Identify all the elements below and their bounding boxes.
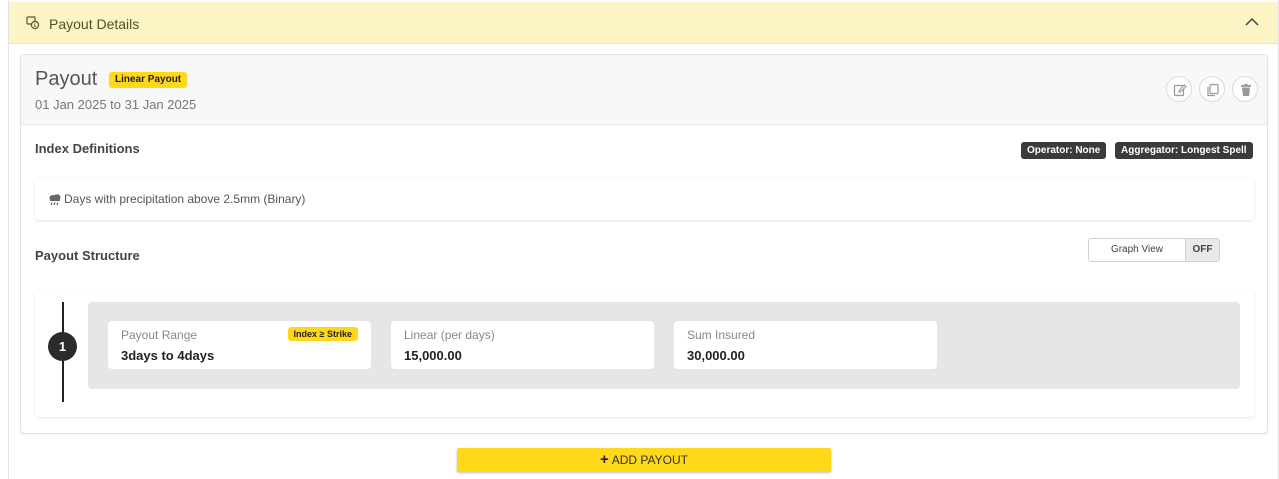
payout-type-badge: Linear Payout	[109, 72, 188, 88]
index-definition-text: Days with precipitation above 2.5mm (Bin…	[64, 192, 306, 206]
payout-structure-box: 1 Payout Range Index ≥ Strike 3days to 4…	[35, 289, 1254, 417]
linear-value: 15,000.00	[404, 348, 462, 363]
graph-view-state[interactable]: OFF	[1185, 239, 1219, 261]
linear-label: Linear (per days)	[404, 328, 495, 342]
payout-range-field: Payout Range Index ≥ Strike 3days to 4da…	[108, 321, 371, 369]
index-strike-badge: Index ≥ Strike	[287, 327, 358, 341]
sum-insured-label: Sum Insured	[687, 328, 756, 342]
edit-icon	[1173, 84, 1187, 97]
add-payout-label: ADD PAYOUT	[611, 453, 688, 467]
payout-icon: $	[26, 16, 40, 30]
index-definitions-title: Index Definitions	[35, 141, 140, 156]
step-number: 1	[48, 332, 77, 361]
linear-field: Linear (per days) 15,000.00	[391, 321, 654, 369]
payout-range-value: 3days to 4days	[121, 348, 215, 363]
svg-text:$: $	[33, 23, 36, 29]
step-row: Payout Range Index ≥ Strike 3days to 4da…	[88, 302, 1240, 389]
copy-icon	[1207, 83, 1219, 97]
aggregator-badge: Aggregator: Longest Spell	[1115, 142, 1253, 159]
payout-card: Payout Linear Payout 01 Jan 2025 to 31 J…	[20, 54, 1268, 434]
trash-icon	[1241, 83, 1251, 96]
panel-header[interactable]: $ Payout Details	[9, 2, 1278, 44]
payout-dates: 01 Jan 2025 to 31 Jan 2025	[35, 97, 197, 112]
payout-card-header: Payout Linear Payout 01 Jan 2025 to 31 J…	[21, 55, 1267, 125]
copy-button[interactable]	[1199, 76, 1225, 102]
plus-icon: +	[600, 451, 609, 468]
graph-view-toggle[interactable]: Graph View OFF	[1088, 238, 1220, 262]
panel-title: Payout Details	[49, 16, 140, 32]
delete-button[interactable]	[1232, 76, 1258, 102]
payout-structure-title: Payout Structure	[35, 248, 140, 263]
edit-button[interactable]	[1166, 76, 1192, 102]
payout-range-label: Payout Range	[121, 328, 198, 342]
operator-badge: Operator: None	[1021, 142, 1107, 159]
payout-details-panel: $ Payout Details Payout Linear Payout 01…	[8, 0, 1279, 479]
rain-cloud-icon	[49, 194, 61, 206]
graph-view-label: Graph View	[1110, 244, 1164, 255]
index-definition-item: Days with precipitation above 2.5mm (Bin…	[35, 178, 1254, 220]
sum-insured-value: 30,000.00	[687, 348, 745, 363]
chevron-up-icon[interactable]	[1244, 14, 1260, 30]
payout-title: Payout	[35, 68, 98, 90]
add-payout-button[interactable]: + ADD PAYOUT	[457, 448, 831, 472]
sum-insured-field: Sum Insured 30,000.00	[674, 321, 937, 369]
